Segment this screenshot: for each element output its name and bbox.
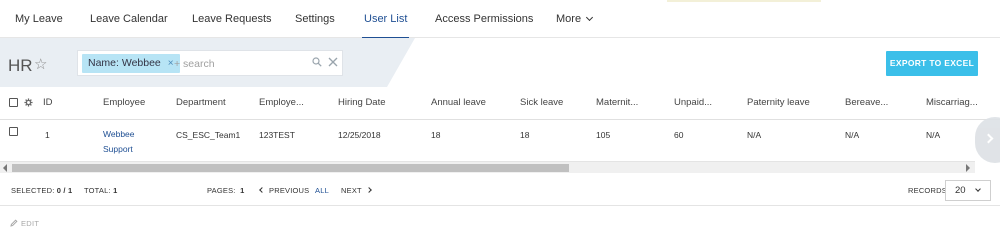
column-header-hiring-date[interactable]: Hiring Date [338, 97, 386, 108]
close-icon[interactable] [328, 57, 338, 67]
search-box[interactable]: Name: Webbee × [77, 50, 343, 76]
nav-user-list[interactable]: User List [361, 13, 410, 39]
nav-more[interactable]: More [556, 13, 594, 25]
chip-remove-icon[interactable]: × [168, 58, 174, 69]
scroll-left-arrow-icon[interactable] [3, 164, 7, 172]
search-icon[interactable] [312, 57, 322, 67]
column-header-id[interactable]: ID [43, 97, 53, 108]
top-navigation: My Leave Leave Calendar Leave Requests S… [0, 0, 1000, 39]
column-header-maternity[interactable]: Maternit... [596, 97, 638, 108]
column-header-employee[interactable]: Employee [103, 97, 145, 108]
gear-icon[interactable] [24, 98, 33, 107]
pages-label: PAGES: [207, 186, 236, 195]
column-header-miscarriage[interactable]: Miscarriag... [926, 97, 978, 108]
search-filter-chip-label: Name: Webbee [88, 57, 161, 69]
horizontal-scrollbar[interactable] [0, 161, 975, 173]
all-pages-button[interactable]: ALL [315, 186, 329, 195]
employee-second-line: Support [103, 144, 133, 154]
records-label: RECORDS: [908, 186, 950, 195]
cell-bereavement: N/A [845, 130, 860, 140]
cell-miscarriage: N/A [926, 130, 941, 140]
cell-employee[interactable]: Webbee Support [103, 127, 135, 157]
cell-id: 1 [45, 130, 50, 140]
nav-leave-calendar[interactable]: Leave Calendar [90, 13, 168, 25]
chevron-right-icon [365, 187, 372, 193]
previous-label: PREVIOUS [269, 186, 310, 195]
nav-my-leave[interactable]: My Leave [15, 13, 63, 25]
cell-unpaid: 60 [674, 130, 684, 140]
column-header-annual-leave[interactable]: Annual leave [431, 97, 486, 108]
cell-employee-code: 123TEST [259, 130, 295, 140]
nav-leave-requests[interactable]: Leave Requests [192, 13, 272, 25]
search-input[interactable] [174, 55, 304, 72]
column-header-unpaid[interactable]: Unpaid... [674, 97, 712, 108]
records-value: 20 [955, 185, 966, 196]
next-label: NEXT [341, 186, 362, 195]
cell-maternity: 105 [596, 130, 611, 140]
pages-count: PAGES: 1 [207, 186, 245, 195]
table-footer: SELECTED: 0 / 1 TOTAL: 1 PAGES: 1 PREVIO… [0, 174, 1000, 206]
pencil-icon [10, 219, 18, 227]
chevron-right-icon [983, 133, 994, 144]
nav-settings[interactable]: Settings [295, 13, 335, 25]
column-header-bereavement[interactable]: Bereave... [845, 97, 888, 108]
select-all-checkbox[interactable] [9, 98, 18, 107]
nav-more-label: More [556, 13, 582, 25]
export-to-excel-button[interactable]: EXPORT TO EXCEL [886, 51, 978, 76]
scroll-right-arrow-icon[interactable] [966, 164, 970, 172]
total-count: TOTAL: 1 [84, 186, 117, 195]
column-header-sick-leave[interactable]: Sick leave [520, 97, 563, 108]
chevron-left-icon [259, 187, 265, 193]
scrollbar-thumb[interactable] [12, 164, 569, 172]
selected-value: 0 / 1 [56, 186, 73, 195]
edit-label: EDIT [21, 219, 40, 228]
chevron-down-icon [975, 186, 981, 192]
cell-annual-leave: 18 [431, 130, 441, 140]
cell-department: CS_ESC_Team1 [176, 130, 241, 140]
total-value: 1 [113, 186, 118, 195]
employee-first-line: Webbee [103, 129, 135, 139]
selected-count: SELECTED: 0 / 1 [11, 186, 72, 195]
top-accent-line [667, 0, 821, 2]
table-row[interactable]: 1 Webbee Support CS_ESC_Team1 123TEST 12/… [0, 120, 1000, 160]
table-header: ID Employee Department Employe... Hiring… [0, 87, 1000, 120]
pages-value: 1 [240, 186, 245, 195]
previous-page-button[interactable]: PREVIOUS [259, 186, 310, 195]
total-label: TOTAL: [84, 186, 111, 195]
column-header-employee-code[interactable]: Employe... [259, 97, 304, 108]
selected-label: SELECTED: [11, 186, 55, 195]
next-page-button[interactable]: NEXT [341, 186, 372, 195]
page-title: HR [8, 56, 33, 75]
search-filter-chip: Name: Webbee × [82, 54, 180, 73]
column-header-paternity-leave[interactable]: Paternity leave [747, 97, 810, 108]
cell-hiring-date: 12/25/2018 [338, 130, 381, 140]
cell-sick-leave: 18 [520, 130, 530, 140]
cell-paternity: N/A [747, 130, 762, 140]
star-icon[interactable]: ☆ [34, 55, 47, 73]
column-header-department[interactable]: Department [176, 97, 226, 108]
row-checkbox[interactable] [9, 127, 18, 136]
nav-access-permissions[interactable]: Access Permissions [435, 13, 533, 25]
edit-button[interactable]: EDIT [10, 218, 39, 228]
chevron-down-icon [586, 13, 594, 22]
records-per-page-select[interactable]: 20 [945, 180, 991, 201]
